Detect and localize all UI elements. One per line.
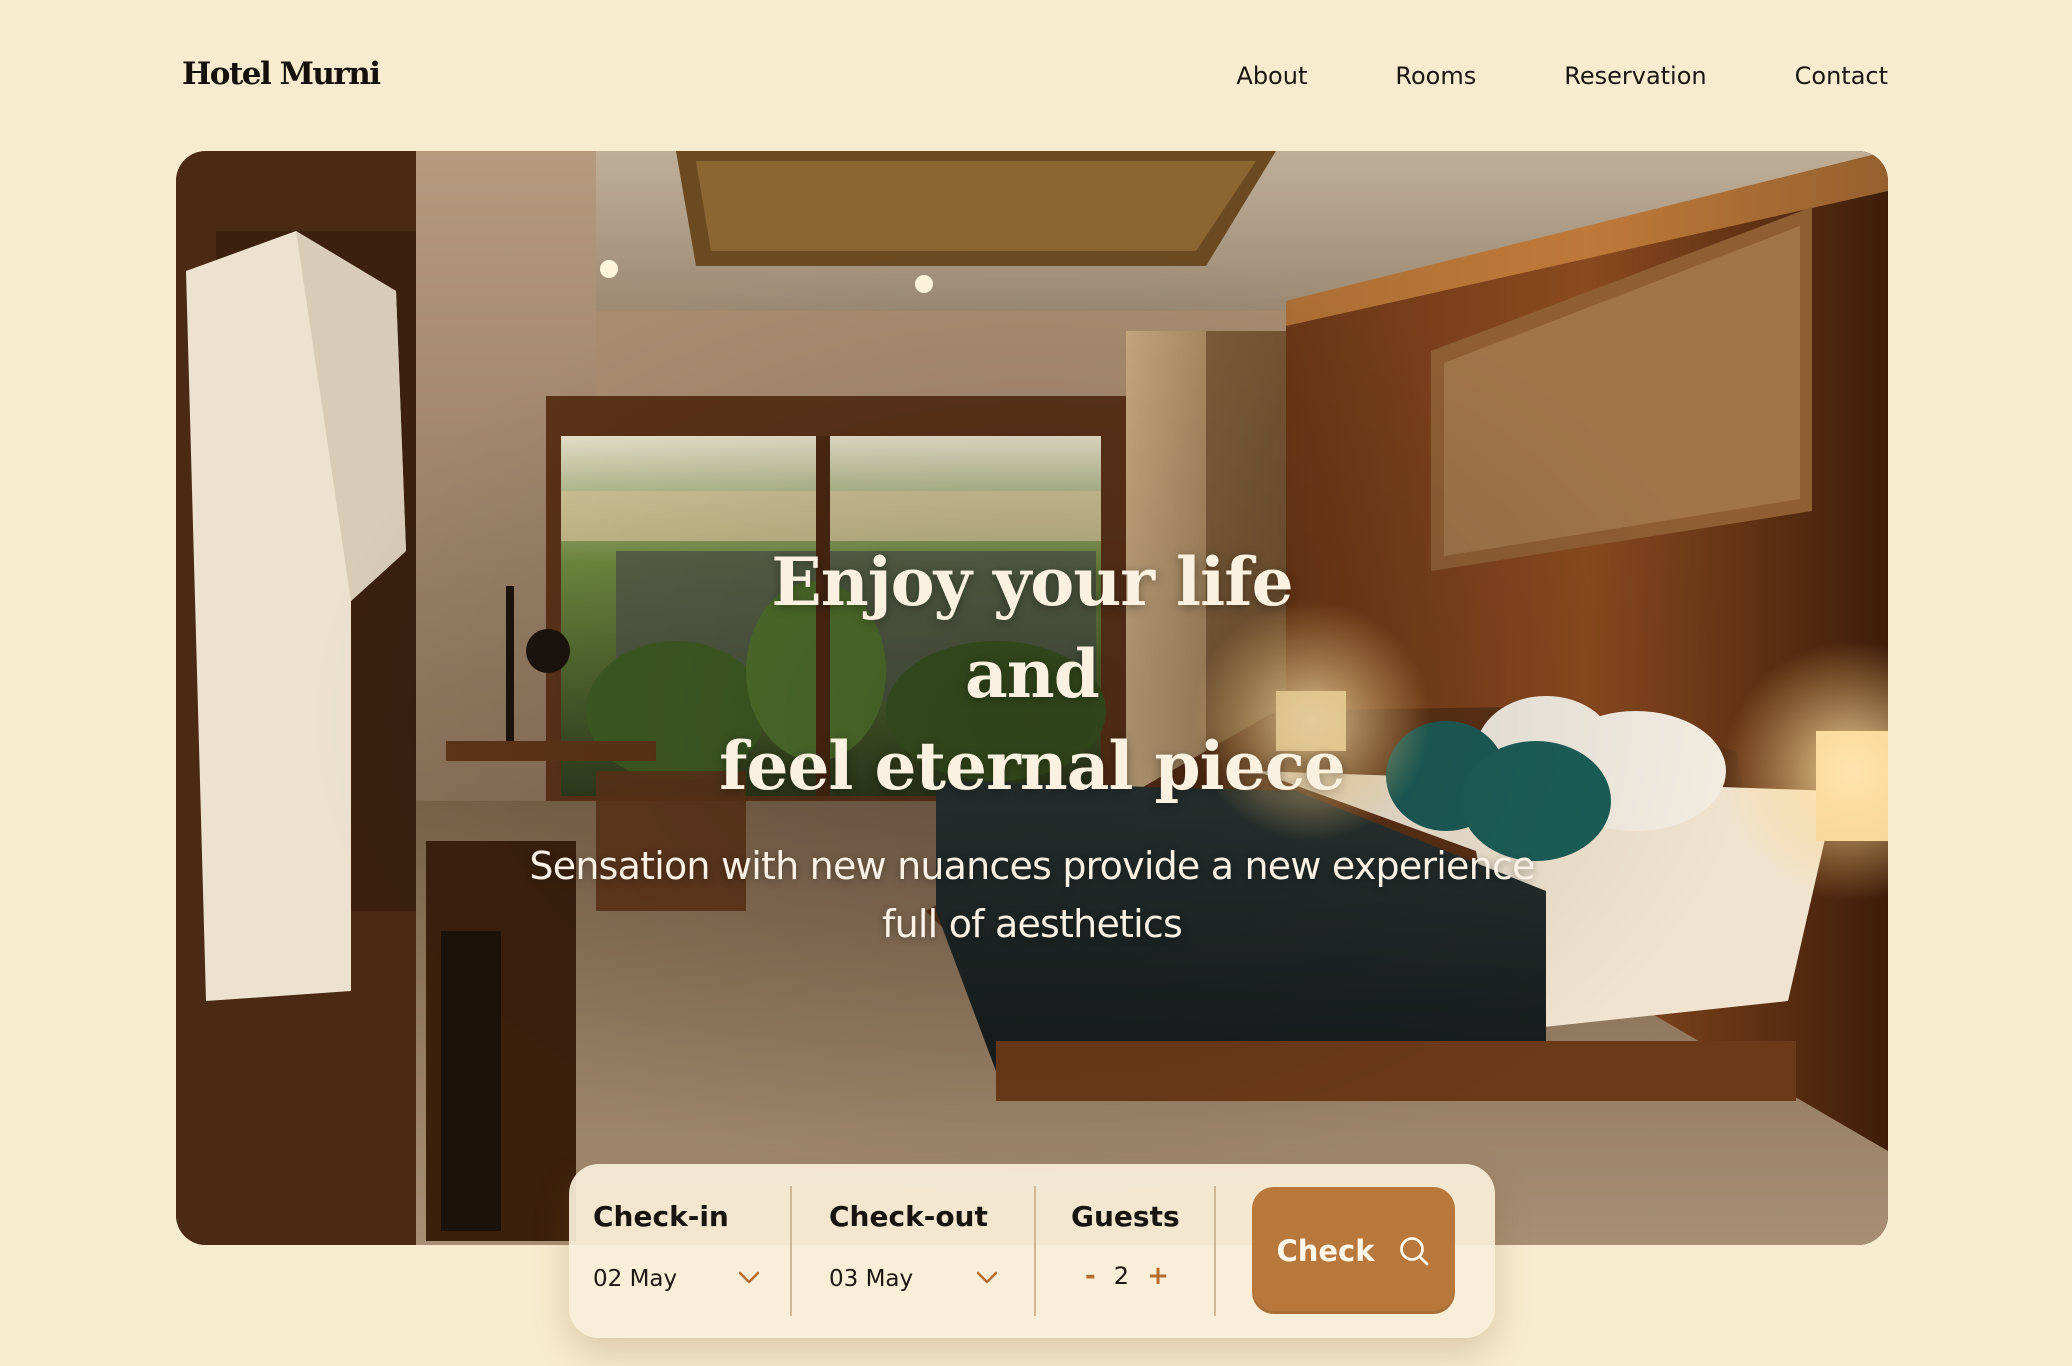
main-nav: About Rooms Reservation Contact bbox=[1236, 62, 1888, 90]
nav-contact[interactable]: Contact bbox=[1795, 62, 1888, 90]
hero-title-line: Enjoy your life bbox=[771, 543, 1293, 621]
check-availability-button[interactable]: Check bbox=[1252, 1187, 1455, 1314]
search-icon bbox=[1399, 1236, 1428, 1265]
field-divider bbox=[790, 1186, 792, 1316]
chevron-down-icon[interactable] bbox=[975, 1270, 999, 1286]
checkout-value[interactable]: 03 May bbox=[829, 1266, 913, 1292]
hero-title-line: feel eternal piece bbox=[719, 727, 1346, 805]
landing-page: Hotel Murni About Rooms Reservation Cont… bbox=[0, 0, 2072, 1366]
checkin-field[interactable]: Check-in 02 May bbox=[593, 1164, 793, 1338]
nav-reservation[interactable]: Reservation bbox=[1564, 62, 1706, 90]
hero-subtitle-line: Sensation with new nuances provide a new… bbox=[529, 844, 1535, 888]
checkin-label: Check-in bbox=[593, 1200, 729, 1233]
guests-increment-button[interactable]: + bbox=[1147, 1263, 1169, 1289]
checkin-value[interactable]: 02 May bbox=[593, 1266, 677, 1292]
hero-section: Enjoy your life and feel eternal piece S… bbox=[176, 151, 1888, 1245]
guests-count: 2 bbox=[1113, 1262, 1130, 1290]
guests-label: Guests bbox=[1071, 1200, 1180, 1233]
field-divider bbox=[1214, 1186, 1216, 1316]
guests-stepper: - 2 + bbox=[1085, 1262, 1169, 1290]
guests-decrement-button[interactable]: - bbox=[1085, 1263, 1096, 1289]
field-divider bbox=[1034, 1186, 1036, 1316]
hero-subtitle: Sensation with new nuances provide a new… bbox=[176, 837, 1888, 953]
hero-title-line: and bbox=[965, 635, 1100, 713]
booking-bar: Check-in 02 May Check-out 03 May Guests … bbox=[569, 1164, 1495, 1338]
check-button-label: Check bbox=[1276, 1233, 1375, 1268]
chevron-down-icon[interactable] bbox=[737, 1270, 761, 1286]
nav-rooms[interactable]: Rooms bbox=[1395, 62, 1476, 90]
nav-about[interactable]: About bbox=[1236, 62, 1307, 90]
checkout-field[interactable]: Check-out 03 May bbox=[829, 1164, 1029, 1338]
checkout-label: Check-out bbox=[829, 1200, 988, 1233]
hero-subtitle-line: full of aesthetics bbox=[882, 902, 1183, 946]
hero-title: Enjoy your life and feel eternal piece bbox=[176, 536, 1888, 812]
guests-field: Guests - 2 + bbox=[1071, 1164, 1231, 1338]
hotel-logo[interactable]: Hotel Murni bbox=[182, 56, 381, 92]
